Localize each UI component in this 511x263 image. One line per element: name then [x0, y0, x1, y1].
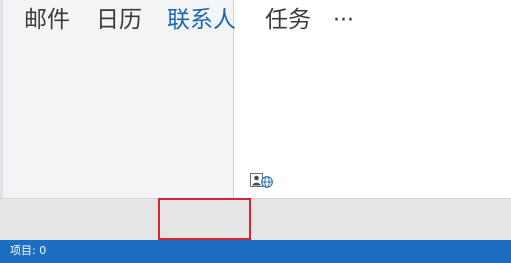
contact-card-icon[interactable]	[250, 173, 273, 188]
more-options-button[interactable]: ···	[333, 4, 354, 37]
nav-item-calendar[interactable]: 日历	[96, 4, 142, 37]
nav-item-tasks[interactable]: 任务	[265, 4, 311, 37]
item-count-status: 项目: 0	[10, 244, 47, 257]
nav-item-contacts[interactable]: 联系人	[167, 4, 236, 37]
navigation-bar	[0, 198, 511, 240]
nav-item-mail[interactable]: 邮件	[24, 4, 70, 37]
status-bar: 项目: 0	[0, 240, 511, 263]
